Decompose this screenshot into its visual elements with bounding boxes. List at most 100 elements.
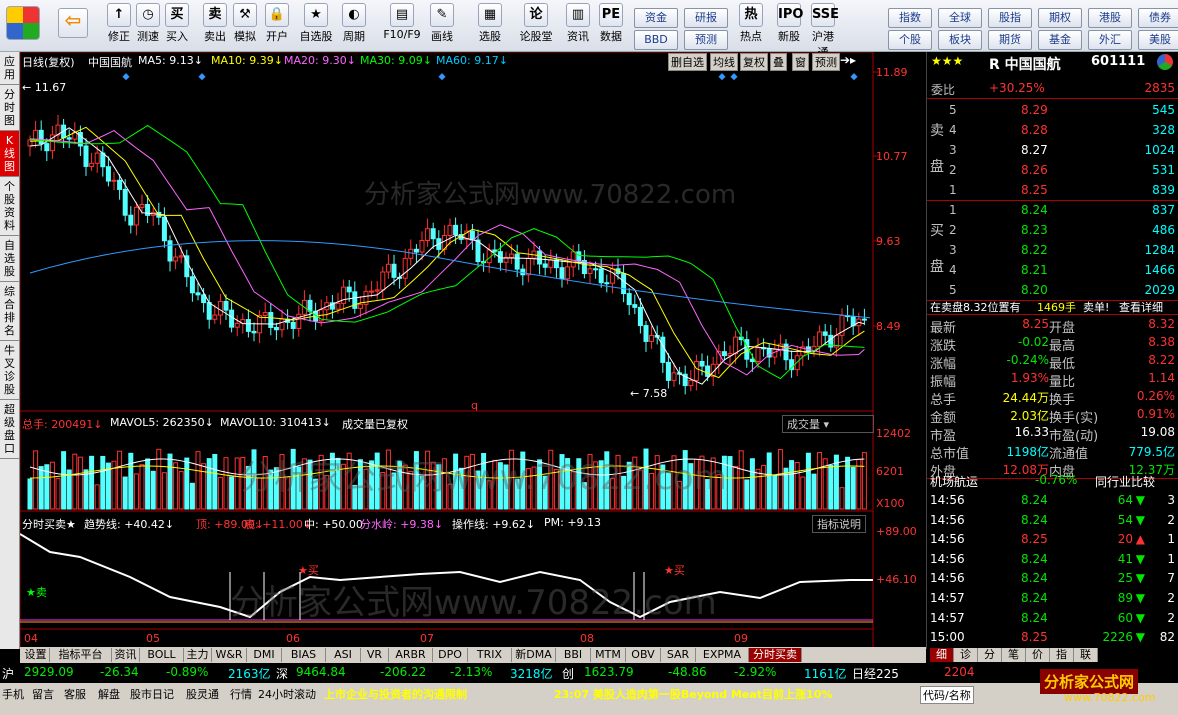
ma10-line	[29, 126, 865, 379]
indicator-tab-1[interactable]: 指标平台	[50, 648, 112, 662]
toolbar-button-5[interactable]: 🔒 开户	[262, 2, 292, 44]
indicator-tab-6[interactable]: DMI	[247, 648, 282, 662]
quote-tab-1[interactable]: 诊	[954, 648, 978, 662]
toolbar-grid-button-0[interactable]: 资金	[634, 8, 678, 28]
toolbar-icon-3: 卖	[203, 3, 227, 27]
toolbar-button-8[interactable]: ▤ F10/F9	[380, 2, 424, 41]
indicator-tab-3[interactable]: BOLL	[140, 648, 184, 662]
indicator-tab-7[interactable]: BIAS	[282, 648, 326, 662]
toolbar-button-10[interactable]: ▦ 选股	[468, 2, 512, 44]
bottom-item-0[interactable]: 手机	[2, 686, 24, 702]
indicator-tab-5[interactable]: W&R	[212, 648, 247, 662]
buy-level: 4	[949, 263, 957, 277]
toolbar-button-0[interactable]: ↑ 修正	[104, 2, 134, 44]
volume-bar	[38, 466, 44, 510]
indicator-tab-17[interactable]: SAR	[661, 648, 696, 662]
toolbar-button-14[interactable]: 热热点	[736, 2, 766, 44]
indicator-tab-8[interactable]: ASI	[326, 648, 361, 662]
bottom-item-7[interactable]: 24小时滚动	[258, 686, 316, 702]
leftnav-item-6[interactable]: 牛叉诊股	[0, 341, 19, 400]
candle-body	[273, 326, 279, 331]
toolbar-button-12[interactable]: ▥ 资讯	[556, 2, 600, 44]
toolbar-button-7[interactable]: ◐ 周期	[332, 2, 376, 44]
code-search-input[interactable]: 代码/名称	[920, 686, 974, 704]
leftnav-item-7[interactable]: 超级盘口	[0, 400, 19, 459]
indicator-tab-15[interactable]: MTM	[591, 648, 626, 662]
toolbar-grid-button-1[interactable]: 研报	[684, 8, 728, 28]
toolbar-grid-button-2[interactable]: BBD	[634, 30, 678, 50]
candle-body	[408, 248, 414, 259]
leftnav-item-0[interactable]: 应用	[0, 52, 19, 85]
news-ticker-2[interactable]: 23:07 美股人造肉第一股Beyond Meat目前上涨10%	[554, 686, 832, 702]
industry-compare-link[interactable]: 同行业比较	[1095, 473, 1155, 490]
bottom-item-2[interactable]: 客服	[64, 686, 86, 702]
toolbar-grid-button-11[interactable]: 板块	[938, 30, 982, 50]
toolbar-button-2[interactable]: 买买入	[162, 2, 192, 44]
volume-dropdown[interactable]: 成交量 ▾	[782, 415, 874, 433]
indicator-tab-13[interactable]: 新DMA	[512, 648, 556, 662]
toolbar-button-13[interactable]: PE 数据	[596, 2, 626, 44]
toolbar-grid-button-12[interactable]: 期货	[988, 30, 1032, 50]
leftnav-item-5[interactable]: 综合排名	[0, 282, 19, 341]
quote-tab-3[interactable]: 笔	[1002, 648, 1026, 662]
watermark-indicator: 分析家公式网www.70822.com	[230, 583, 717, 623]
toolbar-grid-button-9[interactable]: 债券	[1138, 8, 1178, 28]
indicator-tab-4[interactable]: 主力	[184, 648, 212, 662]
bottom-item-1[interactable]: 留言	[32, 686, 54, 702]
leftnav-item-3[interactable]: 个股资料	[0, 177, 19, 236]
indicator-tab-19[interactable]: 分时买卖★	[749, 648, 802, 675]
toolbar-button-1[interactable]: ◷ 测速	[133, 2, 163, 44]
indicator-tab-12[interactable]: TRIX	[468, 648, 512, 662]
indicator-tab-18[interactable]: EXPMA	[696, 648, 749, 662]
toolbar-grid-button-5[interactable]: 全球	[938, 8, 982, 28]
volume-bar	[55, 477, 61, 510]
indicator-axis-label-0: +89.00	[876, 525, 917, 538]
indicator-help-button[interactable]: 指标说明	[812, 515, 866, 533]
bottom-item-5[interactable]: 股灵通	[186, 686, 219, 702]
toolbar-grid-button-4[interactable]: 指数	[888, 8, 932, 28]
quote-tab-4[interactable]: 价	[1026, 648, 1050, 662]
quote-tab-2[interactable]: 分	[978, 648, 1002, 662]
quote-tab-0[interactable]: 细	[930, 648, 954, 662]
tick-tail: 1	[1167, 532, 1175, 547]
indicator-tab-10[interactable]: ARBR	[389, 648, 433, 662]
order-detail-link[interactable]: 查看详细	[1119, 299, 1163, 315]
back-icon[interactable]: ⇦	[58, 2, 88, 39]
quote-tab-6[interactable]: 联	[1074, 648, 1098, 662]
indicator-tab-16[interactable]: OBV	[626, 648, 661, 662]
toolbar-grid-button-8[interactable]: 港股	[1088, 8, 1132, 28]
indicator-tab-14[interactable]: BBI	[556, 648, 591, 662]
toolbar-button-11[interactable]: 论论股堂	[514, 2, 558, 44]
candle-body	[296, 313, 302, 329]
indicator-tab-2[interactable]: 资讯	[112, 648, 140, 662]
toolbar-button-3[interactable]: 卖卖出	[200, 2, 230, 44]
quote-logo-icon[interactable]	[1157, 54, 1173, 70]
indicator-tab-11[interactable]: DPO	[433, 648, 468, 662]
toolbar-grid-button-6[interactable]: 股指	[988, 8, 1032, 28]
leftnav-char: 时	[4, 101, 15, 114]
leftnav-item-2[interactable]: K线图	[0, 131, 19, 177]
toolbar-grid-button-13[interactable]: 基金	[1038, 30, 1082, 50]
toolbar-button-9[interactable]: ✎ 画线	[420, 2, 464, 44]
toolbar-grid-button-14[interactable]: 外汇	[1088, 30, 1132, 50]
quote-tab-5[interactable]: 指	[1050, 648, 1074, 662]
toolbar-grid-button-3[interactable]: 预测	[684, 30, 728, 50]
logo-icon[interactable]	[6, 2, 40, 41]
toolbar-button-4[interactable]: ⚒ 模拟	[230, 2, 260, 44]
indicator-tab-0[interactable]: 设置	[22, 648, 50, 662]
volume-bar	[755, 468, 761, 510]
kline-chart-area[interactable]: 日线(复权) 中国国航 MA5: 9.13↓ MA10: 9.39↓ MA20: 9.3…	[20, 52, 926, 649]
bottom-item-6[interactable]: 行情	[230, 686, 252, 702]
toolbar-grid-button-15[interactable]: 美股	[1138, 30, 1178, 50]
leftnav-item-4[interactable]: 自选股	[0, 236, 19, 282]
toolbar-grid-button-7[interactable]: 期权	[1038, 8, 1082, 28]
indicator-tab-9[interactable]: VR	[361, 648, 389, 662]
leftnav-char: 图	[4, 160, 15, 173]
toolbar-button-15[interactable]: IPO 新股	[774, 2, 804, 44]
bottom-item-3[interactable]: 解盘	[98, 686, 120, 702]
sz-label: 深	[276, 667, 289, 681]
bottom-item-4[interactable]: 股市日记	[130, 686, 174, 702]
news-ticker-1[interactable]: 上市企业与投资者的沟通限制	[324, 686, 467, 702]
leftnav-item-1[interactable]: 分时图	[0, 85, 19, 131]
toolbar-grid-button-10[interactable]: 个股	[888, 30, 932, 50]
